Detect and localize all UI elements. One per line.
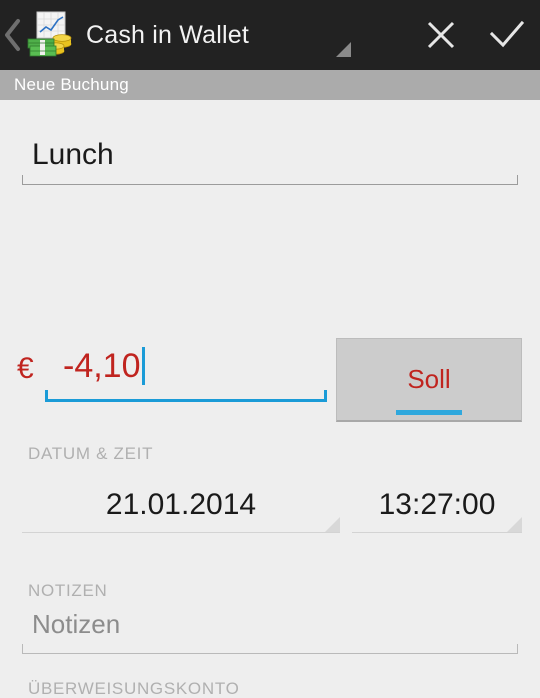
description-underline: [22, 175, 518, 185]
amount-value: -4,10: [63, 347, 141, 385]
time-dropdown-triangle-icon: [507, 517, 522, 532]
date-underline: [22, 517, 340, 533]
date-spinner[interactable]: 21.01.2014: [22, 478, 340, 548]
notes-field[interactable]: Notizen: [22, 604, 518, 654]
time-value: 13:27:00: [378, 488, 496, 521]
cancel-button[interactable]: [408, 0, 474, 70]
amount-underline: [45, 390, 327, 402]
action-bar-actions: [408, 0, 540, 70]
dropdown-triangle-icon[interactable]: [336, 42, 351, 57]
date-value: 21.01.2014: [105, 488, 257, 521]
notes-underline: [22, 644, 518, 654]
description-value: Lunch: [32, 138, 114, 171]
subtitle-bar: Neue Buchung: [0, 70, 540, 100]
notes-placeholder: Notizen: [32, 609, 121, 639]
new-transaction-screen: Cash in Wallet Neue Buchung Lunch € -4,1…: [0, 0, 540, 698]
save-button[interactable]: [474, 0, 540, 70]
page-title: Cash in Wallet: [86, 20, 250, 49]
amount-row: € -4,10 Soll: [0, 336, 540, 426]
time-spinner[interactable]: 13:27:00: [352, 478, 522, 548]
transaction-type-label: Soll: [407, 364, 451, 394]
notes-section-label: NOTIZEN: [28, 581, 108, 600]
transaction-form: Lunch € -4,10 Soll DATUM & ZEIT 21.01.20…: [0, 100, 540, 698]
transfer-account-section-label: ÜBERWEISUNGSKONTO: [28, 679, 240, 698]
transaction-type-toggle[interactable]: Soll: [336, 338, 522, 422]
text-caret: [141, 347, 145, 385]
money-chart-app-icon[interactable]: [22, 9, 78, 61]
subtitle-text: Neue Buchung: [14, 75, 129, 94]
currency-symbol: €: [17, 352, 34, 385]
amount-field[interactable]: -4,10: [45, 342, 327, 402]
description-field[interactable]: Lunch: [22, 135, 518, 185]
datetime-section-label: DATUM & ZEIT: [28, 444, 154, 463]
amount-value-wrap: -4,10: [45, 342, 327, 390]
datetime-row: 21.01.2014 13:27:00: [0, 478, 540, 548]
time-underline: [352, 517, 522, 533]
date-dropdown-triangle-icon: [325, 517, 340, 532]
action-bar: Cash in Wallet: [0, 0, 540, 70]
transaction-type-selected-indicator: [396, 410, 462, 415]
